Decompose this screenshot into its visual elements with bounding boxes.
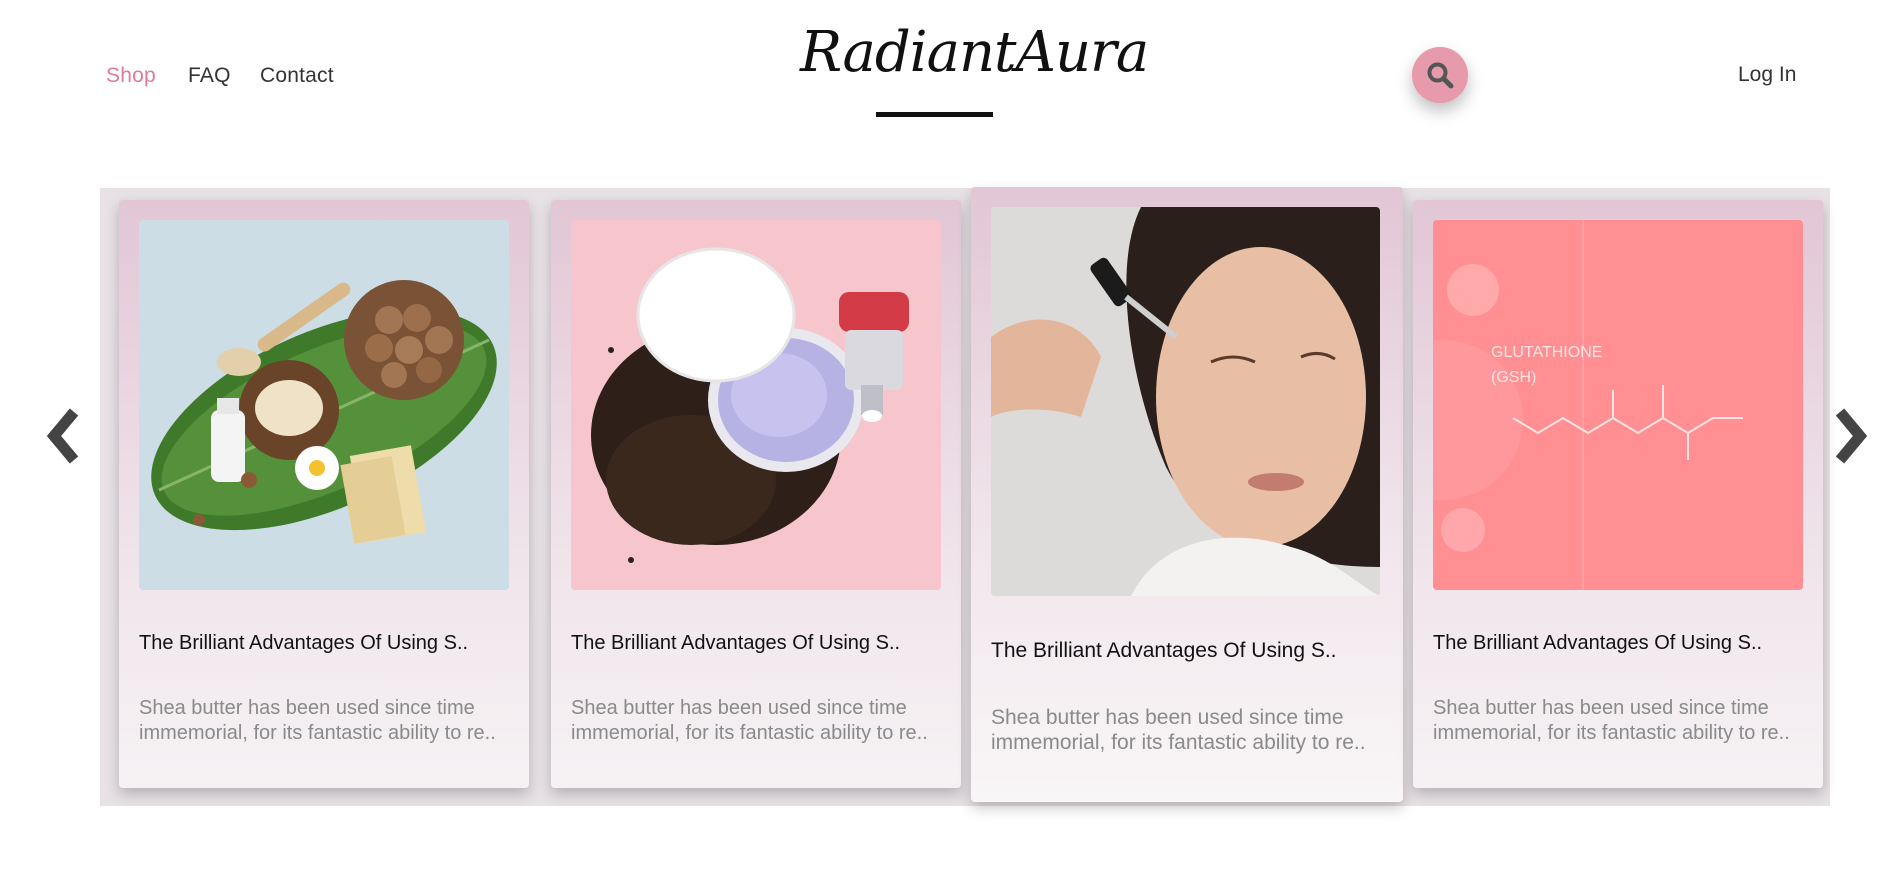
card-image-serum-dropper [991, 207, 1380, 596]
card-title[interactable]: The Brilliant Advantages Of Using S.. [139, 632, 468, 655]
card-image-shea-butter [139, 220, 509, 590]
nav-faq-link[interactable]: FAQ [188, 64, 231, 88]
card-title[interactable]: The Brilliant Advantages Of Using S.. [991, 639, 1337, 663]
nav-shop-link[interactable]: Shop [106, 64, 156, 88]
page: Shop FAQ Contact RadiantAura Log In The … [0, 0, 1891, 872]
login-link[interactable]: Log In [1738, 63, 1796, 87]
gsh-label: (GSH) [1491, 369, 1536, 386]
chevron-right-icon[interactable] [1826, 404, 1870, 468]
card-title[interactable]: The Brilliant Advantages Of Using S.. [1433, 632, 1762, 655]
card-image-cream-jar [571, 220, 941, 590]
brand-logo[interactable]: RadiantAura [800, 20, 1149, 85]
card-description: Shea butter has been used since time imm… [139, 697, 496, 744]
nav-contact-link[interactable]: Contact [260, 64, 334, 88]
search-button[interactable] [1412, 47, 1468, 103]
article-card[interactable]: The Brilliant Advantages Of Using S.. Sh… [119, 200, 529, 788]
glutathione-label: GLUTATHIONE [1491, 344, 1602, 361]
chevron-left-icon[interactable] [44, 404, 88, 468]
article-card[interactable]: The Brilliant Advantages Of Using S.. Sh… [551, 200, 961, 788]
card-description: Shea butter has been used since time imm… [571, 697, 928, 744]
article-card[interactable]: GLUTATHIONE (GSH) The Brilliant Advantag… [1413, 200, 1823, 788]
card-title[interactable]: The Brilliant Advantages Of Using S.. [571, 632, 900, 655]
logo-underline [876, 112, 993, 117]
card-image-glutathione: GLUTATHIONE (GSH) [1433, 220, 1803, 590]
search-icon [1427, 62, 1454, 89]
card-description: Shea butter has been used since time imm… [1433, 697, 1790, 744]
card-description: Shea butter has been used since time imm… [991, 706, 1366, 754]
article-card-highlighted[interactable]: The Brilliant Advantages Of Using S.. Sh… [971, 187, 1403, 802]
